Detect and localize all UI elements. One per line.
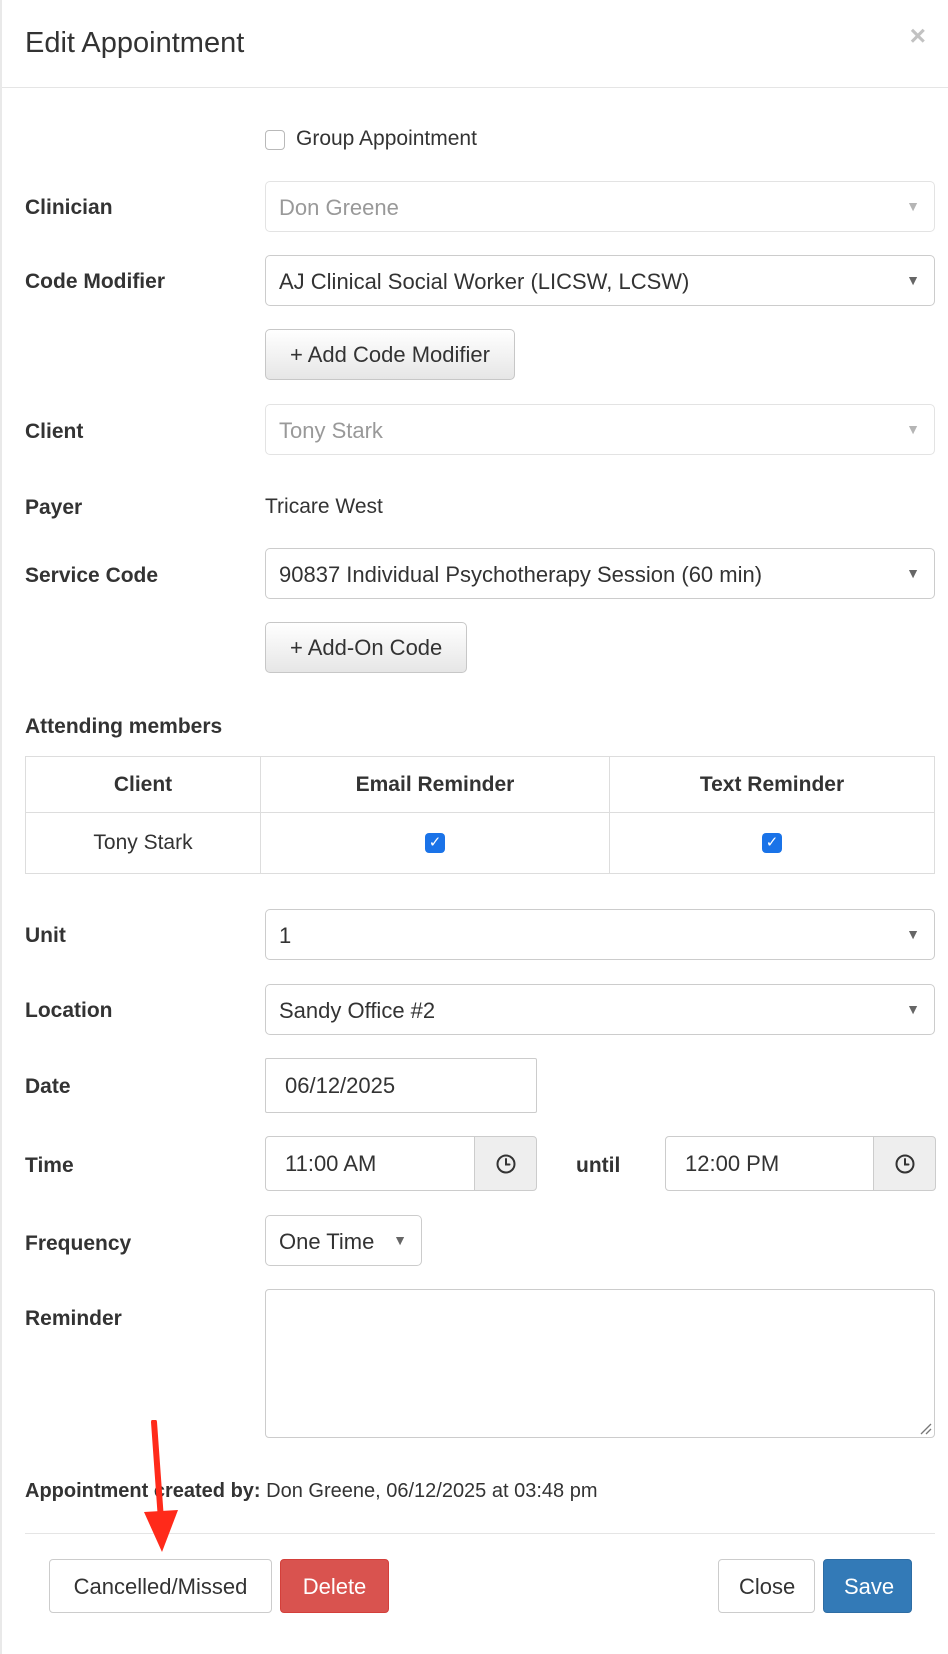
caret-down-icon: ▼ xyxy=(393,1232,407,1248)
date-input[interactable]: 06/12/2025 xyxy=(265,1058,537,1113)
text-reminder-checkbox[interactable]: ✓ xyxy=(762,833,782,853)
attending-members-label: Attending members xyxy=(25,715,223,738)
end-time-picker[interactable] xyxy=(873,1136,936,1191)
clock-icon xyxy=(895,1154,914,1173)
unit-select[interactable]: 1 ▼ xyxy=(265,909,935,960)
modal-title: Edit Appointment xyxy=(25,27,245,59)
caret-down-icon: ▼ xyxy=(906,926,920,942)
group-appointment-checkbox[interactable] xyxy=(265,130,285,150)
created-by-value: Don Greene, 06/12/2025 at 03:48 pm xyxy=(266,1480,598,1502)
add-on-code-button[interactable]: + Add-On Code xyxy=(265,622,468,673)
delete-button[interactable]: Delete xyxy=(280,1559,389,1613)
red-arrow-icon xyxy=(144,1420,178,1552)
email-reminder-cell: ✓ xyxy=(260,812,610,874)
until-label: until xyxy=(576,1154,621,1177)
column-header-text-reminder: Text Reminder xyxy=(609,756,935,813)
edit-appointment-modal: Edit Appointment × Group Appointment Cli… xyxy=(0,0,948,1654)
end-time-input[interactable]: 12:00 PM xyxy=(665,1136,876,1191)
start-time-input[interactable]: 11:00 AM xyxy=(265,1136,476,1191)
frequency-select[interactable]: One Time ▼ xyxy=(265,1215,422,1266)
save-button[interactable]: Save xyxy=(823,1559,912,1613)
table-row: Tony Stark ✓ ✓ xyxy=(25,812,935,874)
service-code-label: Service Code xyxy=(25,564,159,587)
client-label: Client xyxy=(25,420,84,443)
payer-value: Tricare West xyxy=(265,495,383,518)
date-label: Date xyxy=(25,1075,71,1098)
caret-down-icon: ▼ xyxy=(906,1001,920,1017)
location-value: Sandy Office #2 xyxy=(279,998,436,1023)
unit-value: 1 xyxy=(279,923,292,948)
group-appointment-label: Group Appointment xyxy=(296,127,477,150)
code-modifier-label: Code Modifier xyxy=(25,270,165,293)
clock-icon xyxy=(496,1154,515,1173)
reminder-textarea[interactable] xyxy=(265,1289,935,1438)
close-icon[interactable]: × xyxy=(910,22,926,50)
cancelled-missed-button[interactable]: Cancelled/Missed xyxy=(49,1559,272,1613)
caret-down-icon: ▼ xyxy=(906,198,920,214)
text-reminder-cell: ✓ xyxy=(609,812,935,874)
clinician-label: Clinician xyxy=(25,196,113,219)
code-modifier-value: AJ Clinical Social Worker (LICSW, LCSW) xyxy=(279,269,690,294)
time-label: Time xyxy=(25,1154,74,1177)
reminder-label: Reminder xyxy=(25,1307,122,1330)
column-header-email-reminder: Email Reminder xyxy=(260,756,610,813)
payer-label: Payer xyxy=(25,496,83,519)
add-code-modifier-button[interactable]: + Add Code Modifier xyxy=(265,329,515,380)
client-select[interactable]: Tony Stark ▼ xyxy=(265,404,935,455)
attending-members-table: Client Email Reminder Text Reminder Tony… xyxy=(25,756,935,874)
caret-down-icon: ▼ xyxy=(906,421,920,437)
service-code-value: 90837 Individual Psychotherapy Session (… xyxy=(279,562,763,587)
resize-grip-icon[interactable] xyxy=(918,1421,932,1435)
clinician-value: Don Greene xyxy=(279,195,399,220)
column-header-client: Client xyxy=(25,756,261,813)
member-client-name: Tony Stark xyxy=(25,812,261,874)
appointment-created-by: Appointment created by: Don Greene, 06/1… xyxy=(25,1480,598,1503)
caret-down-icon: ▼ xyxy=(906,565,920,581)
frequency-label: Frequency xyxy=(25,1232,132,1255)
unit-label: Unit xyxy=(25,924,66,947)
location-select[interactable]: Sandy Office #2 ▼ xyxy=(265,984,935,1035)
caret-down-icon: ▼ xyxy=(906,272,920,288)
modal-header: Edit Appointment × xyxy=(0,0,948,88)
service-code-select[interactable]: 90837 Individual Psychotherapy Session (… xyxy=(265,548,935,599)
email-reminder-checkbox[interactable]: ✓ xyxy=(425,833,445,853)
clinician-select[interactable]: Don Greene ▼ xyxy=(265,181,935,232)
location-label: Location xyxy=(25,999,113,1022)
client-value: Tony Stark xyxy=(279,418,383,443)
close-button[interactable]: Close xyxy=(718,1559,815,1613)
code-modifier-select[interactable]: AJ Clinical Social Worker (LICSW, LCSW) … xyxy=(265,255,935,306)
start-time-picker[interactable] xyxy=(474,1136,537,1191)
frequency-value: One Time xyxy=(279,1229,375,1254)
